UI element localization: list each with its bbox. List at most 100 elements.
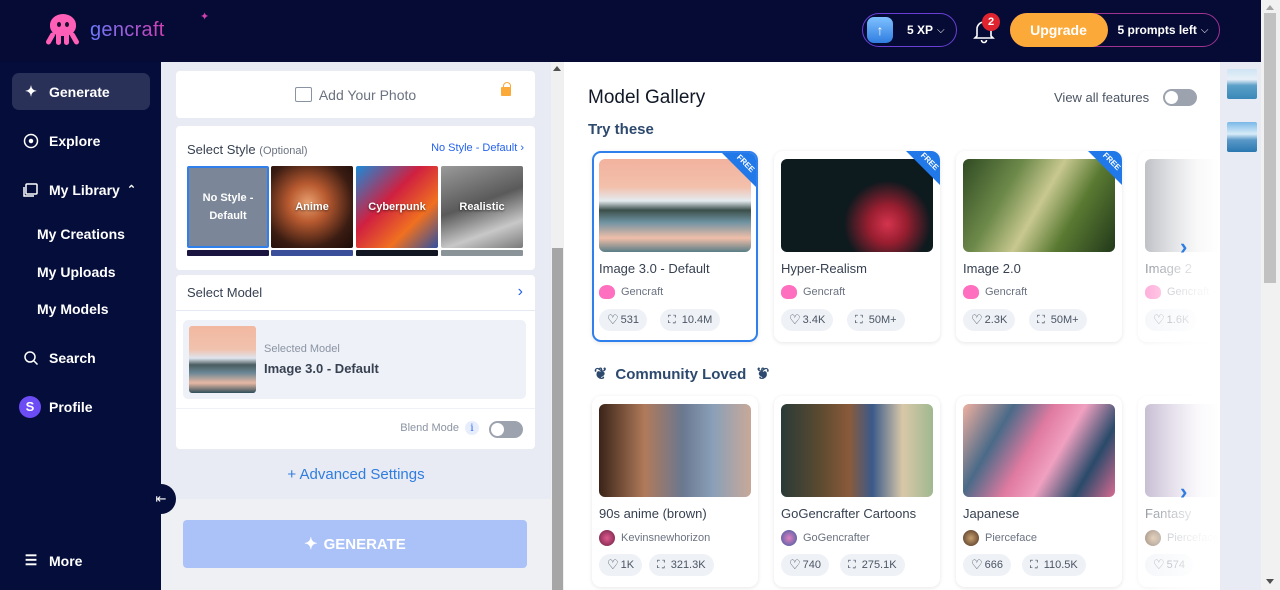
- sidebar-item-label: Generate: [49, 83, 110, 100]
- scroll-down-arrow-icon[interactable]: [1266, 579, 1274, 584]
- sidebar-item-label: Search: [49, 349, 96, 366]
- generate-label: GENERATE: [323, 535, 406, 553]
- prompts-left-dropdown[interactable]: 5 prompts left: [1118, 23, 1197, 37]
- model-card[interactable]: GoGencrafter Cartoons GoGencrafter ♡ 740 …: [774, 396, 940, 587]
- sidebar-item-more[interactable]: ☰ More: [12, 542, 150, 579]
- uses-count: ⛶ 50M+: [847, 309, 905, 331]
- sparkles-icon: ✦: [25, 83, 37, 99]
- model-card[interactable]: 90s anime (brown) Kevinsnewhorizon ♡ 1K ⛶…: [592, 396, 758, 587]
- likes-count[interactable]: ♡ 531: [599, 309, 648, 331]
- image-sparkle-icon: ⛶: [657, 558, 665, 571]
- advanced-settings-link[interactable]: + Advanced Settings: [161, 466, 551, 483]
- style-tile-no-style[interactable]: No Style - Default: [187, 166, 269, 248]
- select-model-button[interactable]: Select Model ›: [176, 275, 535, 311]
- heart-icon: ♡: [607, 312, 619, 327]
- info-icon[interactable]: i: [465, 421, 479, 435]
- history-thumbnail[interactable]: [1227, 69, 1257, 99]
- style-title: Select Style (Optional): [187, 142, 308, 157]
- model-thumbnail: [599, 404, 751, 497]
- gencraft-logo[interactable]: gencraft ✦: [44, 11, 209, 48]
- style-tile-row2[interactable]: [187, 250, 269, 256]
- history-column: [1220, 62, 1261, 590]
- model-card[interactable]: FREE Image 3.0 - Default Gencraft ♡ 531 ⛶…: [592, 151, 758, 342]
- author-avatar: [1145, 530, 1161, 546]
- octopus-icon: [599, 285, 615, 299]
- selected-model-name: Image 3.0 - Default: [264, 361, 379, 376]
- history-thumbnail[interactable]: [1227, 122, 1257, 152]
- selected-model[interactable]: Selected Model Image 3.0 - Default: [183, 320, 526, 399]
- model-card[interactable]: Image 2 Gencraft ♡ 1.6K: [1138, 151, 1220, 342]
- octopus-icon: [963, 285, 979, 299]
- upgrade-button[interactable]: Upgrade: [1009, 13, 1108, 47]
- model-gallery: Model Gallery View all features Try thes…: [564, 62, 1220, 590]
- scroll-up-arrow-icon[interactable]: [553, 66, 561, 71]
- scrollbar-thumb[interactable]: [552, 248, 563, 590]
- likes-count[interactable]: ♡ 1K: [599, 554, 643, 576]
- likes-count[interactable]: ♡ 666: [963, 554, 1012, 576]
- model-card[interactable]: Fantasy Pierceface ♡ 574: [1138, 396, 1220, 587]
- compass-icon: [22, 132, 40, 150]
- style-tile-row2[interactable]: [271, 250, 353, 256]
- sidebar-item-explore[interactable]: Explore: [12, 122, 150, 159]
- model-card[interactable]: Japanese Pierceface ♡ 666 ⛶ 110.5K: [956, 396, 1122, 587]
- model-author: Gencraft: [963, 285, 1027, 299]
- model-author: Pierceface: [1145, 530, 1219, 546]
- sidebar-subitem-my-models[interactable]: My Models: [37, 301, 109, 317]
- menu-icon: ☰: [24, 552, 38, 568]
- xp-label: 5 XP: [907, 23, 934, 37]
- style-tile-row2[interactable]: [441, 250, 523, 256]
- sidebar-item-search[interactable]: Search: [12, 339, 150, 376]
- sidebar-item-label: Explore: [49, 132, 101, 149]
- style-tile-cyberpunk[interactable]: Cyberpunk: [356, 166, 438, 248]
- generate-panel: Add Your Photo Select Style (Optional) N…: [161, 62, 551, 590]
- scroll-up-arrow-icon[interactable]: [1266, 5, 1274, 10]
- try-these-heading: Try these: [588, 121, 654, 138]
- octopus-icon: [781, 285, 797, 299]
- style-tile-realistic[interactable]: Realistic: [441, 166, 523, 248]
- model-name: Fantasy: [1145, 506, 1192, 521]
- octopus-icon: [1145, 285, 1161, 299]
- heart-icon: ♡: [971, 557, 983, 572]
- panel-scrollbar[interactable]: [551, 62, 564, 590]
- image-sparkle-icon: ⛶: [848, 558, 856, 571]
- carousel-next-arrow-icon[interactable]: ›: [1180, 234, 1187, 260]
- sidebar-item-generate[interactable]: ✦ Generate: [12, 73, 150, 110]
- likes-count[interactable]: ♡ 1.6K: [1145, 309, 1198, 331]
- blend-mode-toggle[interactable]: [489, 421, 523, 438]
- author-avatar: [599, 530, 615, 546]
- collapse-sidebar-button[interactable]: ⇤: [146, 484, 176, 514]
- add-photo-button[interactable]: Add Your Photo: [176, 71, 535, 118]
- likes-count[interactable]: ♡ 574: [1145, 554, 1194, 576]
- page-scrollbar[interactable]: [1261, 0, 1280, 590]
- heart-icon: ♡: [971, 312, 983, 327]
- sidebar-item-my-library[interactable]: My Library ⌃: [12, 171, 150, 208]
- likes-count[interactable]: ♡ 2.3K: [963, 309, 1016, 331]
- scrollbar-thumb[interactable]: [1264, 13, 1276, 283]
- model-name: Image 2: [1145, 261, 1192, 276]
- model-name: Japanese: [963, 506, 1020, 521]
- style-title-text: Select Style: [187, 142, 256, 157]
- model-name: Image 2.0: [963, 261, 1021, 276]
- uses-count: ⛶ 275.1K: [840, 554, 905, 576]
- model-name: Hyper-Realism: [781, 261, 867, 276]
- sidebar-subitem-my-uploads[interactable]: My Uploads: [37, 264, 116, 280]
- xp-button[interactable]: ↑ 5 XP ⌵: [862, 13, 957, 47]
- logo-text: gencraft: [90, 18, 165, 41]
- model-card[interactable]: FREE Hyper-Realism Gencraft ♡ 3.4K ⛶ 50M+: [774, 151, 940, 342]
- style-tile-anime[interactable]: Anime: [271, 166, 353, 248]
- sidebar-subitem-my-creations[interactable]: My Creations: [37, 226, 125, 242]
- style-current-link[interactable]: No Style - Default ›: [431, 142, 524, 154]
- model-author: Kevinsnewhorizon: [599, 530, 710, 546]
- author-avatar: [781, 530, 797, 546]
- likes-count[interactable]: ♡ 3.4K: [781, 309, 834, 331]
- carousel-next-arrow-icon[interactable]: ›: [1180, 479, 1187, 505]
- likes-count[interactable]: ♡ 740: [781, 554, 830, 576]
- chevron-up-icon: ⌃: [126, 184, 137, 196]
- sidebar-item-profile[interactable]: S Profile: [12, 388, 150, 425]
- model-card[interactable]: FREE Image 2.0 Gencraft ♡ 2.3K ⛶ 50M+: [956, 151, 1122, 342]
- model-author: Gencraft: [1145, 285, 1209, 299]
- free-badge: FREE: [904, 151, 940, 187]
- generate-button[interactable]: ✦ GENERATE: [183, 520, 527, 568]
- view-all-features-toggle[interactable]: [1163, 89, 1197, 106]
- style-tile-row2[interactable]: [356, 250, 438, 256]
